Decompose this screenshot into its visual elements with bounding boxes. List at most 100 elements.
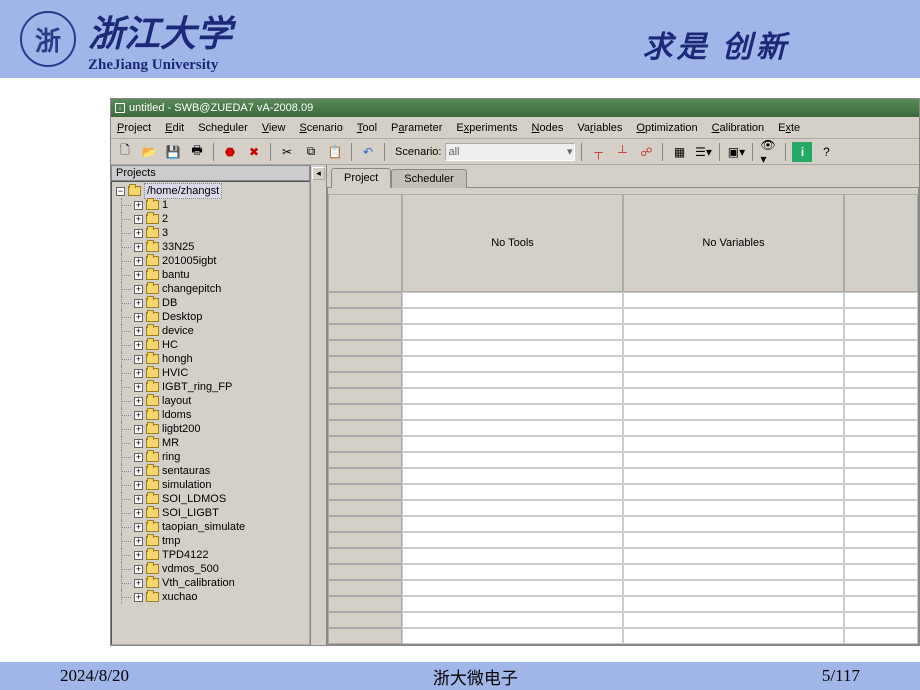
save-icon[interactable]: 💾 xyxy=(163,142,183,162)
cell[interactable] xyxy=(844,468,918,484)
tree-item[interactable]: +xuchao xyxy=(116,590,309,604)
menu-project[interactable]: Project xyxy=(117,122,151,134)
table-row[interactable] xyxy=(328,548,918,564)
print-icon[interactable]: 🖶 xyxy=(187,142,207,162)
cell[interactable] xyxy=(623,404,844,420)
cell[interactable] xyxy=(623,372,844,388)
cell[interactable] xyxy=(402,372,623,388)
expand-icon[interactable]: + xyxy=(134,537,143,546)
table-row[interactable] xyxy=(328,436,918,452)
info-icon[interactable]: i xyxy=(792,142,812,162)
expand-icon[interactable]: + xyxy=(134,327,143,336)
cell[interactable] xyxy=(402,500,623,516)
tree-item[interactable]: +simulation xyxy=(116,478,309,492)
paste-icon[interactable]: 📋 xyxy=(325,142,345,162)
tree-root-label[interactable]: /home/zhangst xyxy=(144,183,222,199)
cell[interactable] xyxy=(844,308,918,324)
expand-icon[interactable]: + xyxy=(134,551,143,560)
cell[interactable] xyxy=(402,324,623,340)
projects-tree[interactable]: − /home/zhangst +1+2+3+33N25+201005igbt+… xyxy=(111,181,310,645)
table-row[interactable] xyxy=(328,340,918,356)
copy-icon[interactable]: ⧉ xyxy=(301,142,321,162)
expand-icon[interactable]: + xyxy=(134,215,143,224)
expand-icon[interactable]: + xyxy=(134,355,143,364)
cell[interactable] xyxy=(402,564,623,580)
table-row[interactable] xyxy=(328,372,918,388)
cell[interactable] xyxy=(623,340,844,356)
expand-icon[interactable]: + xyxy=(134,257,143,266)
tree-branch-icon[interactable]: ☍ xyxy=(636,142,656,162)
expand-icon[interactable]: + xyxy=(134,201,143,210)
cell[interactable] xyxy=(844,388,918,404)
tree-item[interactable]: +33N25 xyxy=(116,240,309,254)
menu-extensions[interactable]: Exte xyxy=(778,122,800,134)
cell[interactable] xyxy=(844,612,918,628)
new-icon[interactable]: 🗋 xyxy=(115,142,135,162)
table-row[interactable] xyxy=(328,484,918,500)
cell[interactable] xyxy=(623,452,844,468)
cell[interactable] xyxy=(402,580,623,596)
cell[interactable] xyxy=(402,468,623,484)
cell[interactable] xyxy=(402,308,623,324)
expand-icon[interactable]: + xyxy=(134,313,143,322)
cell[interactable] xyxy=(623,532,844,548)
expand-icon[interactable]: + xyxy=(134,285,143,294)
tree-root-node[interactable]: − /home/zhangst xyxy=(116,184,309,198)
cell[interactable] xyxy=(623,484,844,500)
cell[interactable] xyxy=(623,564,844,580)
menu-optimization[interactable]: Optimization xyxy=(636,122,697,134)
tree-item[interactable]: +ring xyxy=(116,450,309,464)
cell[interactable] xyxy=(844,404,918,420)
menu-view[interactable]: View xyxy=(262,122,286,134)
expand-icon[interactable]: + xyxy=(134,299,143,308)
cell[interactable] xyxy=(844,548,918,564)
table-row[interactable] xyxy=(328,404,918,420)
tree-item[interactable]: +ligbt200 xyxy=(116,422,309,436)
menu-variables[interactable]: Variables xyxy=(577,122,622,134)
window-titlebar[interactable]: ◦ untitled - SWB@ZUEDA7 vA-2008.09 xyxy=(111,99,919,117)
table-row[interactable] xyxy=(328,420,918,436)
table-row[interactable] xyxy=(328,532,918,548)
collapse-icon[interactable]: − xyxy=(116,187,125,196)
cell[interactable] xyxy=(402,356,623,372)
tree-expand-icon[interactable]: ┬ xyxy=(588,142,608,162)
menu-experiments[interactable]: Experiments xyxy=(456,122,517,134)
expand-icon[interactable]: + xyxy=(134,453,143,462)
menu-edit[interactable]: Edit xyxy=(165,122,184,134)
collapse-left-icon[interactable]: ◂ xyxy=(312,167,325,180)
tree-item[interactable]: +tmp xyxy=(116,534,309,548)
expand-icon[interactable]: + xyxy=(134,593,143,602)
tree-item[interactable]: +ldoms xyxy=(116,408,309,422)
open-icon[interactable]: 📂 xyxy=(139,142,159,162)
cell[interactable] xyxy=(623,516,844,532)
tab-scheduler[interactable]: Scheduler xyxy=(391,169,467,188)
tree-item[interactable]: +changepitch xyxy=(116,282,309,296)
delete-icon[interactable]: ✖ xyxy=(244,142,264,162)
cell[interactable] xyxy=(844,420,918,436)
expand-icon[interactable]: + xyxy=(134,229,143,238)
cell[interactable] xyxy=(402,484,623,500)
cell[interactable] xyxy=(402,628,623,644)
table-row[interactable] xyxy=(328,500,918,516)
cell[interactable] xyxy=(844,372,918,388)
pane-splitter[interactable]: ◂ xyxy=(311,165,327,645)
tree-item[interactable]: +hongh xyxy=(116,352,309,366)
expand-icon[interactable]: + xyxy=(134,271,143,280)
table-row[interactable] xyxy=(328,564,918,580)
cell[interactable] xyxy=(623,612,844,628)
cell[interactable] xyxy=(844,628,918,644)
cell[interactable] xyxy=(844,516,918,532)
expand-icon[interactable]: + xyxy=(134,509,143,518)
cell[interactable] xyxy=(402,612,623,628)
tree-item[interactable]: +IGBT_ring_FP xyxy=(116,380,309,394)
expand-icon[interactable]: + xyxy=(134,369,143,378)
menu-scenario[interactable]: Scenario xyxy=(299,122,342,134)
tree-item[interactable]: +taopian_simulate xyxy=(116,520,309,534)
menu-scheduler[interactable]: Scheduler xyxy=(198,122,248,134)
cell[interactable] xyxy=(623,436,844,452)
expand-icon[interactable]: + xyxy=(134,579,143,588)
cell[interactable] xyxy=(402,292,623,308)
cell[interactable] xyxy=(844,436,918,452)
tree-item[interactable]: +3 xyxy=(116,226,309,240)
expand-icon[interactable]: + xyxy=(134,467,143,476)
